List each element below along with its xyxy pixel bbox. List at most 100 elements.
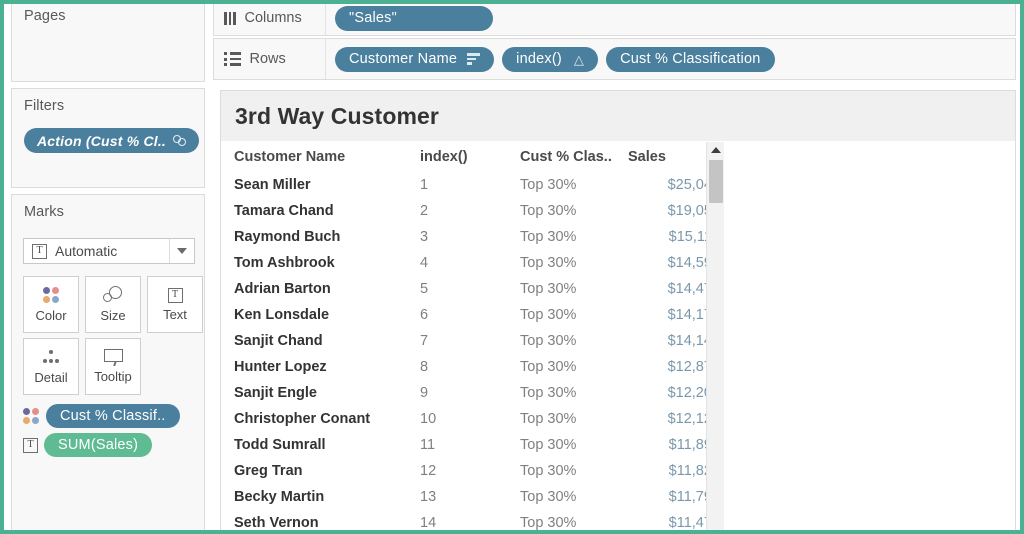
cell-customer-name: Adrian Barton — [234, 276, 420, 302]
cell-customer-name: Hunter Lopez — [234, 354, 420, 380]
column-header-classification[interactable]: Cust % Clas.. — [520, 142, 628, 172]
cell-index: 11 — [420, 432, 520, 458]
rows-shelf-pills: Customer Name index() △ Cust % Classific… — [326, 47, 775, 72]
scrollbar-thumb[interactable] — [709, 160, 723, 203]
table-row[interactable]: Seth Vernon14Top 30%$11,471 — [234, 510, 720, 530]
columns-shelf-label-group: Columns — [214, 1, 326, 35]
marks-detail-label: Detail — [34, 370, 67, 385]
table-row[interactable]: Christopher Conant10Top 30%$12,129 — [234, 406, 720, 432]
marks-color-label: Color — [35, 308, 66, 323]
vertical-scrollbar[interactable] — [706, 142, 724, 530]
marks-detail-button[interactable]: Detail — [23, 338, 79, 395]
crosstab-table-wrap: Customer Name index() Cust % Clas.. Sale… — [221, 142, 723, 530]
cell-index: 10 — [420, 406, 520, 432]
table-row[interactable]: Greg Tran12Top 30%$11,820 — [234, 458, 720, 484]
columns-pill-sales[interactable]: "Sales" — [335, 6, 493, 31]
marks-text-label: Text — [163, 307, 187, 322]
table-row[interactable]: Sanjit Engle9Top 30%$12,209 — [234, 380, 720, 406]
table-header-row: Customer Name index() Cust % Clas.. Sale… — [234, 142, 720, 172]
viz-title-band: 3rd Way Customer — [221, 91, 1015, 142]
marks-color-shelf-row: Cust % Classif.. — [23, 404, 180, 428]
cell-index: 4 — [420, 250, 520, 276]
filter-pill-action-cust-classification[interactable]: Action (Cust % Cl.. — [24, 128, 199, 153]
table-row[interactable]: Ken Lonsdale6Top 30%$14,175 — [234, 302, 720, 328]
tableau-worksheet-window: Pages Filters Action (Cust % Cl.. Marks … — [0, 0, 1024, 534]
column-header-customer-name[interactable]: Customer Name — [234, 142, 420, 172]
mark-type-dropdown[interactable]: T Automatic — [23, 238, 195, 264]
tooltip-bubble-icon — [104, 349, 123, 365]
cell-customer-name: Christopher Conant — [234, 406, 420, 432]
marks-size-button[interactable]: Size — [85, 276, 141, 333]
columns-icon — [224, 12, 236, 25]
cell-customer-name: Ken Lonsdale — [234, 302, 420, 328]
marks-pill-cust-classification[interactable]: Cust % Classif.. — [46, 404, 180, 428]
cell-classification: Top 30% — [520, 484, 628, 510]
table-body: Sean Miller1Top 30%$25,043Tamara Chand2T… — [234, 172, 720, 530]
rows-shelf[interactable]: Rows Customer Name index() △ Cust % Clas… — [213, 38, 1016, 80]
delta-icon: △ — [574, 53, 584, 66]
cell-index: 2 — [420, 198, 520, 224]
cell-index: 9 — [420, 380, 520, 406]
cell-classification: Top 30% — [520, 380, 628, 406]
marks-pill-sum-sales[interactable]: SUM(Sales) — [44, 433, 152, 457]
rows-shelf-label: Rows — [250, 51, 286, 67]
table-row[interactable]: Sanjit Chand7Top 30%$14,142 — [234, 328, 720, 354]
cell-customer-name: Becky Martin — [234, 484, 420, 510]
size-circles-icon — [103, 286, 123, 304]
table-row[interactable]: Tamara Chand2Top 30%$19,052 — [234, 198, 720, 224]
marks-text-button[interactable]: T Text — [147, 276, 203, 333]
table-row[interactable]: Raymond Buch3Top 30%$15,117 — [234, 224, 720, 250]
crosstab-table: Customer Name index() Cust % Clas.. Sale… — [234, 142, 720, 530]
scrollbar-up-arrow[interactable] — [707, 142, 724, 158]
table-row[interactable]: Adrian Barton5Top 30%$14,474 — [234, 276, 720, 302]
marks-tooltip-label: Tooltip — [94, 369, 132, 384]
text-mark-icon: T — [32, 244, 47, 259]
table-row[interactable]: Sean Miller1Top 30%$25,043 — [234, 172, 720, 198]
marks-color-button[interactable]: Color — [23, 276, 79, 333]
column-header-index[interactable]: index() — [420, 142, 520, 172]
cell-index: 13 — [420, 484, 520, 510]
columns-shelf-label: Columns — [245, 10, 302, 26]
cell-index: 6 — [420, 302, 520, 328]
cell-classification: Top 30% — [520, 354, 628, 380]
cell-classification: Top 30% — [520, 406, 628, 432]
pages-card-title: Pages — [12, 0, 204, 24]
columns-shelf-pills: "Sales" — [326, 6, 493, 31]
cell-classification: Top 30% — [520, 328, 628, 354]
marks-card-title: Marks — [12, 195, 204, 220]
filters-card-title: Filters — [12, 89, 204, 114]
rows-pill-cust-classification[interactable]: Cust % Classification — [606, 47, 774, 72]
cell-classification: Top 30% — [520, 172, 628, 198]
sort-desc-icon[interactable] — [467, 53, 480, 65]
rows-pill-index[interactable]: index() △ — [502, 47, 598, 72]
viz-title: 3rd Way Customer — [221, 103, 439, 130]
cell-customer-name: Todd Sumrall — [234, 432, 420, 458]
cell-customer-name: Raymond Buch — [234, 224, 420, 250]
cell-index: 5 — [420, 276, 520, 302]
cell-classification: Top 30% — [520, 510, 628, 530]
cell-classification: Top 30% — [520, 432, 628, 458]
cell-customer-name: Tom Ashbrook — [234, 250, 420, 276]
columns-shelf[interactable]: Columns "Sales" — [213, 0, 1016, 36]
viz-pane: 3rd Way Customer Customer Name index() C… — [220, 90, 1016, 530]
table-row[interactable]: Becky Martin13Top 30%$11,790 — [234, 484, 720, 510]
table-row[interactable]: Hunter Lopez8Top 30%$12,873 — [234, 354, 720, 380]
cell-classification: Top 30% — [520, 302, 628, 328]
cell-customer-name: Sanjit Engle — [234, 380, 420, 406]
marks-tooltip-button[interactable]: Tooltip — [85, 338, 141, 395]
mark-type-label: Automatic — [55, 243, 169, 259]
cell-index: 8 — [420, 354, 520, 380]
cell-index: 14 — [420, 510, 520, 530]
rows-pill-customer-name[interactable]: Customer Name — [335, 47, 494, 72]
cell-index: 3 — [420, 224, 520, 250]
table-row[interactable]: Tom Ashbrook4Top 30%$14,596 — [234, 250, 720, 276]
table-row[interactable]: Todd Sumrall11Top 30%$11,892 — [234, 432, 720, 458]
cell-classification: Top 30% — [520, 276, 628, 302]
cell-classification: Top 30% — [520, 224, 628, 250]
filter-pill-label: Action (Cust % Cl.. — [37, 133, 166, 149]
text-box-icon: T — [23, 438, 38, 453]
rows-pill-index-label: index() — [516, 51, 562, 67]
chevron-down-icon[interactable] — [169, 239, 194, 263]
rows-shelf-label-group: Rows — [214, 39, 326, 79]
cell-index: 7 — [420, 328, 520, 354]
